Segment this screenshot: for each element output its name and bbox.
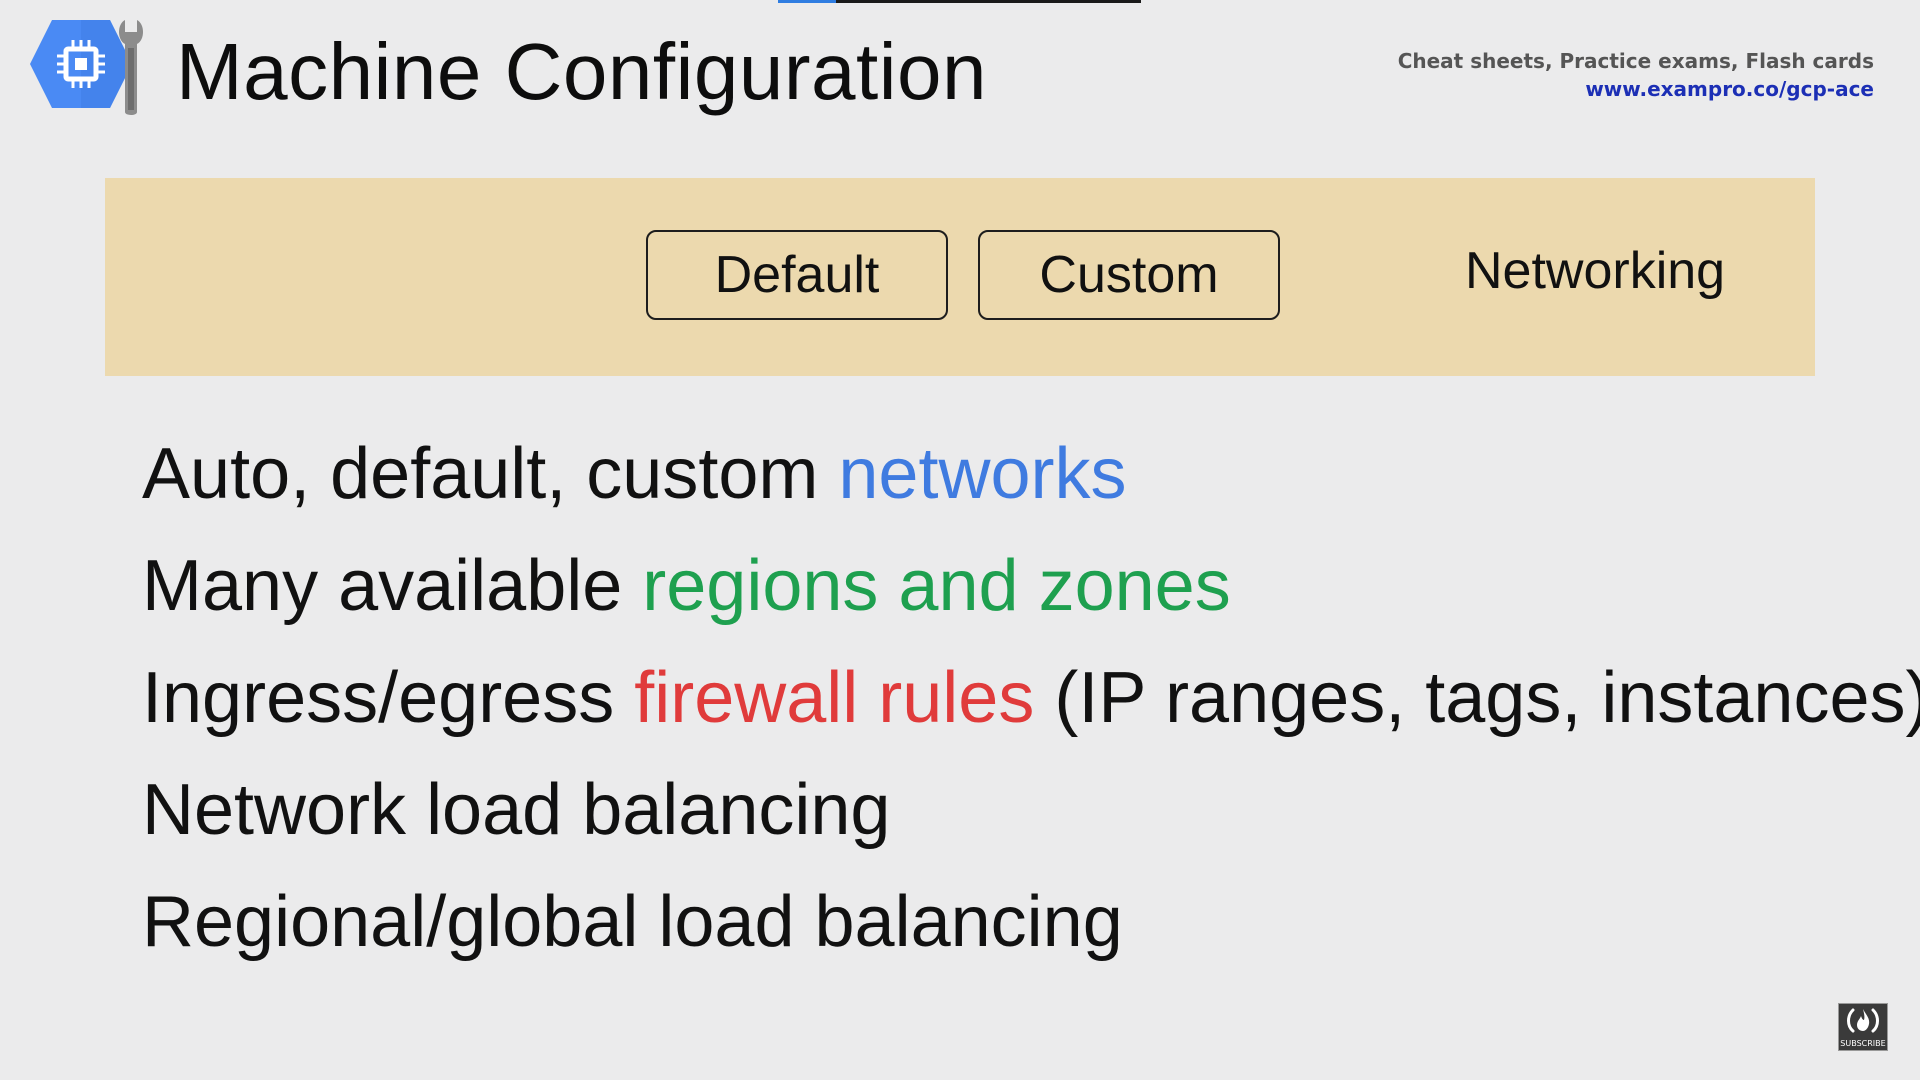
bullet-text: Network load balancing bbox=[142, 770, 891, 850]
gcp-compute-engine-icon bbox=[28, 14, 146, 118]
promo-link[interactable]: www.exampro.co/gcp-ace bbox=[1398, 75, 1874, 103]
bullet-text: Regional/global load balancing bbox=[142, 882, 1123, 962]
tab-custom[interactable]: Custom bbox=[978, 230, 1280, 320]
configuration-tab-band: Default Custom Networking bbox=[105, 178, 1815, 376]
bullet-highlight: firewall rules bbox=[634, 658, 1035, 738]
bullet-text: Auto, default, custom bbox=[142, 434, 839, 514]
subscribe-button[interactable]: SUBSCRIBE bbox=[1838, 1003, 1888, 1051]
bullet-item: Ingress/egress firewall rules (IP ranges… bbox=[142, 642, 1920, 754]
bullet-item: Regional/global load balancing bbox=[142, 866, 1920, 978]
bullet-suffix: (IP ranges, tags, instances) bbox=[1034, 658, 1920, 738]
tab-networking-heading: Networking bbox=[1465, 242, 1726, 300]
tab-default[interactable]: Default bbox=[646, 230, 948, 320]
bullet-item: Network load balancing bbox=[142, 754, 1920, 866]
bullet-list: Auto, default, custom networks Many avai… bbox=[142, 418, 1920, 978]
bullet-text: Many available bbox=[142, 546, 643, 626]
page-title: Machine Configuration bbox=[176, 27, 987, 116]
promo-tagline: Cheat sheets, Practice exams, Flash card… bbox=[1397, 49, 1874, 73]
bullet-highlight: regions and zones bbox=[642, 546, 1231, 626]
video-progress-bar[interactable] bbox=[778, 0, 1141, 3]
bullet-item: Many available regions and zones bbox=[142, 530, 1920, 642]
subscribe-label: SUBSCRIBE bbox=[1840, 1039, 1886, 1048]
bullet-text: Ingress/egress bbox=[142, 658, 635, 738]
bullet-highlight: networks bbox=[838, 434, 1127, 514]
freecodecamp-flame-icon bbox=[1847, 1008, 1879, 1033]
video-progress-fill bbox=[778, 0, 837, 3]
bullet-item: Auto, default, custom networks bbox=[142, 418, 1920, 530]
promo-block: Cheat sheets, Practice exams, Flash card… bbox=[1398, 47, 1874, 103]
